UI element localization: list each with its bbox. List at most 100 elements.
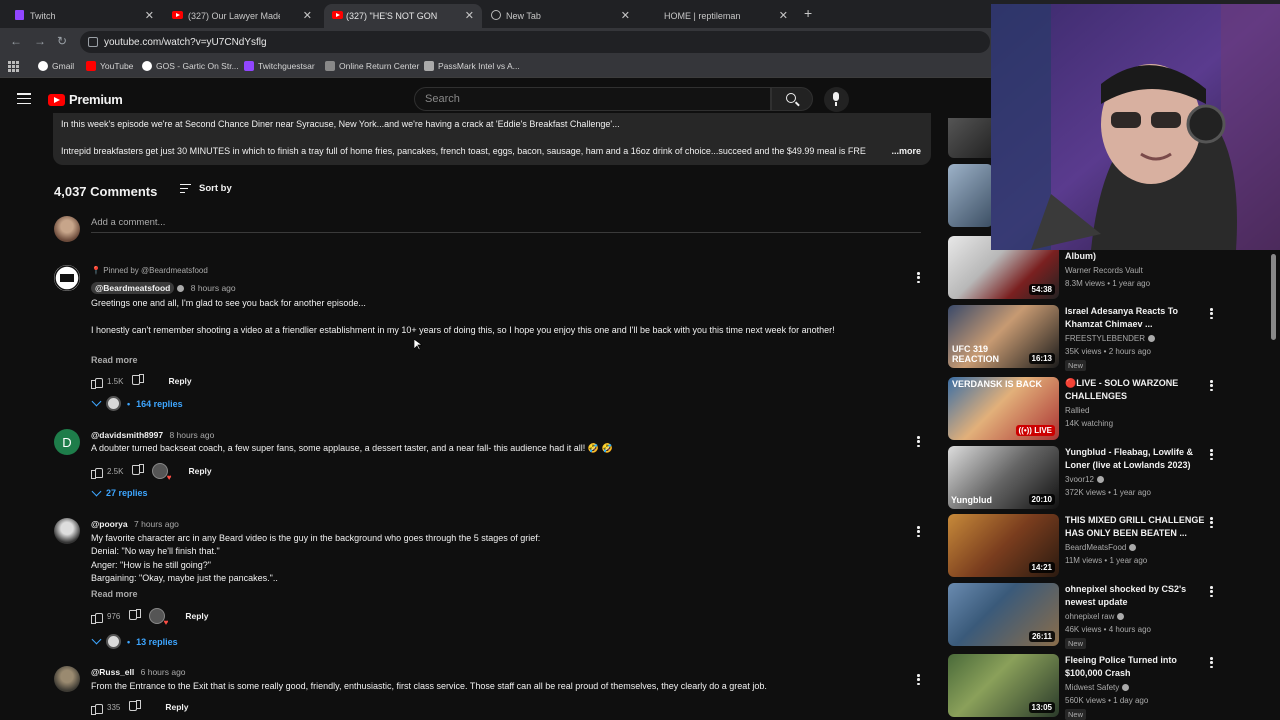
bookmark-twitchguestsar[interactable]: Twitchguestsar: [244, 61, 315, 71]
video-thumbnail[interactable]: [948, 164, 993, 227]
more-actions-icon[interactable]: [917, 526, 920, 537]
bookmark-passmark[interactable]: PassMark Intel vs A...: [424, 61, 520, 71]
bookmark-online-return[interactable]: Online Return Center: [325, 61, 419, 71]
read-more-button[interactable]: Read more: [91, 589, 138, 599]
user-avatar[interactable]: [54, 518, 80, 544]
video-title[interactable]: Album): [1065, 250, 1210, 263]
video-description[interactable]: In this week's episode we're at Second C…: [53, 113, 931, 165]
comment-author[interactable]: @Beardmeatsfood: [91, 282, 175, 294]
video-title[interactable]: Israel Adesanya Reacts To Khamzat Chimae…: [1065, 305, 1210, 331]
apps-grid-icon[interactable]: [8, 61, 19, 72]
channel-name[interactable]: Midwest Safety: [1065, 683, 1119, 692]
search-input[interactable]: Search: [414, 87, 771, 111]
tab-twitch[interactable]: Twitch ✕: [14, 4, 162, 28]
video-title[interactable]: ohnepixel shocked by CS2's newest update: [1065, 583, 1210, 609]
reply-button[interactable]: Reply: [188, 466, 211, 476]
tab-youtube-1[interactable]: (327) Our Lawyer Made Us Cha ✕: [172, 4, 320, 28]
user-avatar[interactable]: D: [54, 429, 80, 455]
comment-time[interactable]: 8 hours ago: [169, 430, 214, 440]
dislike-icon[interactable]: [133, 466, 144, 477]
new-tab-plus-icon[interactable]: +: [804, 5, 812, 21]
comment-time[interactable]: 6 hours ago: [141, 667, 186, 677]
more-actions-icon[interactable]: [917, 674, 920, 685]
recommended-video[interactable]: 13:05 Fleeing Police Turned into $100,00…: [948, 654, 1238, 720]
add-comment-input[interactable]: Add a comment...: [91, 217, 165, 228]
video-thumbnail[interactable]: 26:11: [948, 583, 1059, 646]
channel-name[interactable]: FREESTYLEBENDER: [1065, 334, 1145, 343]
tab-youtube-active[interactable]: (327) "HE'S NOT GONNA MAKE ✕: [324, 4, 482, 28]
description-more-button[interactable]: ...more: [891, 146, 921, 156]
video-title[interactable]: Yungblud - Fleabag, Lowlife & Loner (liv…: [1065, 446, 1210, 472]
video-thumbnail[interactable]: Yungblud 20:10: [948, 446, 1059, 509]
menu-icon[interactable]: [17, 93, 31, 104]
like-icon[interactable]: [91, 376, 103, 389]
video-thumbnail[interactable]: 14:21: [948, 514, 1059, 577]
youtube-premium-logo[interactable]: Premium: [48, 92, 123, 107]
page-scrollbar[interactable]: [1271, 254, 1276, 340]
bookmark-youtube[interactable]: YouTube: [86, 61, 133, 71]
user-avatar[interactable]: [54, 666, 80, 692]
bookmark-gmail[interactable]: Gmail: [38, 61, 74, 71]
url-bar[interactable]: youtube.com/watch?v=yU7CNdYsflg: [80, 31, 990, 53]
comment-author[interactable]: @poorya: [91, 519, 128, 529]
like-icon[interactable]: [91, 611, 103, 624]
close-icon[interactable]: ✕: [465, 9, 474, 22]
more-actions-icon[interactable]: [1210, 308, 1213, 319]
video-thumbnail[interactable]: UFC 319 REACTION 16:13: [948, 305, 1059, 368]
video-title[interactable]: THIS MIXED GRILL CHALLENGE HAS ONLY BEEN…: [1065, 514, 1210, 540]
bookmark-gartic[interactable]: GOS - Gartic On Str...: [142, 61, 239, 71]
like-icon[interactable]: [91, 702, 103, 715]
voice-search-mic-icon[interactable]: [824, 87, 849, 112]
sort-by-button[interactable]: Sort by: [180, 183, 232, 194]
more-actions-icon[interactable]: [1210, 517, 1213, 528]
comment-author[interactable]: @davidsmith8997: [91, 430, 163, 440]
channel-name[interactable]: Warner Records Vault: [1065, 266, 1143, 275]
dislike-icon[interactable]: [130, 611, 141, 622]
recommended-video[interactable]: 26:11 ohnepixel shocked by CS2's newest …: [948, 583, 1238, 649]
more-actions-icon[interactable]: [1210, 586, 1213, 597]
dislike-icon[interactable]: [133, 376, 144, 387]
recommended-video[interactable]: 14:21 THIS MIXED GRILL CHALLENGE HAS ONL…: [948, 514, 1238, 578]
comment-time[interactable]: 7 hours ago: [134, 519, 179, 529]
channel-name[interactable]: BeardMeatsFood: [1065, 543, 1126, 552]
recommended-video[interactable]: VERDANSK IS BACK ((•)) LIVE 🔴LIVE - SOLO…: [948, 377, 1238, 441]
dislike-icon[interactable]: [130, 702, 141, 713]
video-thumbnail[interactable]: VERDANSK IS BACK ((•)) LIVE: [948, 377, 1059, 440]
view-replies-button[interactable]: • 13 replies: [91, 634, 178, 649]
search-button[interactable]: [771, 87, 813, 111]
site-info-icon[interactable]: [88, 37, 98, 47]
comment-time[interactable]: 8 hours ago: [191, 283, 236, 293]
read-more-button[interactable]: Read more: [91, 355, 138, 365]
channel-name[interactable]: Rallied: [1065, 406, 1089, 415]
more-actions-icon[interactable]: [917, 436, 920, 447]
video-thumbnail[interactable]: 13:05: [948, 654, 1059, 717]
close-icon[interactable]: ✕: [145, 9, 154, 22]
video-title[interactable]: Fleeing Police Turned into $100,000 Cras…: [1065, 654, 1210, 680]
view-replies-button[interactable]: • 164 replies: [91, 396, 183, 411]
close-icon[interactable]: ✕: [303, 9, 312, 22]
reply-button[interactable]: Reply: [165, 702, 188, 712]
like-icon[interactable]: [91, 466, 103, 479]
channel-name[interactable]: 3voor12: [1065, 475, 1094, 484]
forward-arrow-icon[interactable]: →: [34, 34, 46, 48]
more-actions-icon[interactable]: [1210, 380, 1213, 391]
recommended-video[interactable]: Yungblud 20:10 Yungblud - Fleabag, Lowli…: [948, 446, 1238, 510]
close-icon[interactable]: ✕: [779, 9, 788, 22]
channel-name[interactable]: ohnepixel raw: [1065, 612, 1114, 621]
tab-reptileman[interactable]: HOME | reptileman ✕: [648, 4, 796, 28]
tab-new-tab[interactable]: New Tab ✕: [490, 4, 638, 28]
close-icon[interactable]: ✕: [621, 9, 630, 22]
video-title[interactable]: 🔴LIVE - SOLO WARZONE CHALLENGES: [1065, 377, 1210, 403]
back-arrow-icon[interactable]: ←: [10, 34, 22, 48]
video-thumbnail[interactable]: [948, 118, 993, 158]
reload-icon[interactable]: ↻: [57, 34, 67, 48]
comment-author[interactable]: @Russ_ell: [91, 667, 134, 677]
more-actions-icon[interactable]: [917, 272, 920, 283]
more-actions-icon[interactable]: [1210, 657, 1213, 668]
recommended-video[interactable]: UFC 319 REACTION 16:13 Israel Adesanya R…: [948, 305, 1238, 371]
view-replies-button[interactable]: 27 replies: [91, 486, 148, 498]
reply-button[interactable]: Reply: [185, 611, 208, 621]
channel-avatar[interactable]: [54, 265, 80, 291]
reply-button[interactable]: Reply: [168, 376, 191, 386]
more-actions-icon[interactable]: [1210, 449, 1213, 460]
